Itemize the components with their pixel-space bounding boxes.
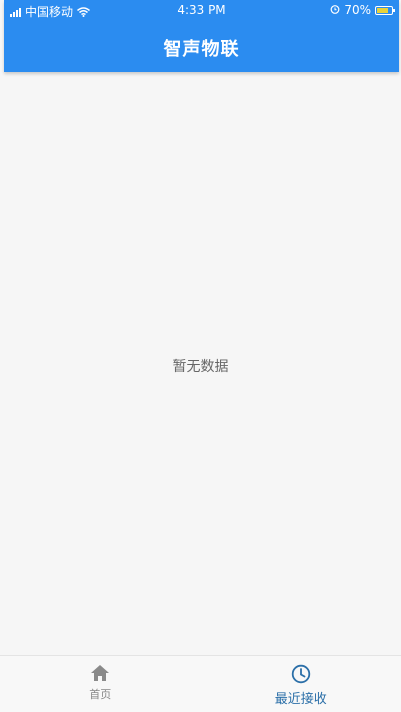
app-header: 中国移动 4:33 PM 70% 智声物联 — [4, 0, 399, 72]
status-right: 70% — [330, 3, 395, 17]
battery-percent: 70% — [344, 3, 371, 17]
page-title: 智声物联 — [163, 39, 240, 60]
clock-icon — [291, 664, 310, 684]
alarm-icon — [330, 3, 340, 17]
battery-icon — [375, 5, 395, 15]
bottom-navigation: 首页 最近接收 — [0, 655, 401, 712]
empty-state-message: 暂无数据 — [172, 359, 229, 375]
nav-item-home[interactable]: 首页 — [0, 656, 201, 712]
app-screen: 中国移动 4:33 PM 70% 智声物联 暂无数据 首页 最近接收 — [0, 0, 401, 712]
status-bar: 中国移动 4:33 PM 70% — [4, 0, 399, 22]
battery-fill — [377, 7, 389, 13]
nav-label-recent: 最近接收 — [274, 692, 327, 707]
nav-label-home: 首页 — [89, 688, 112, 701]
nav-item-recent[interactable]: 最近接收 — [201, 656, 401, 712]
home-icon — [91, 665, 110, 681]
